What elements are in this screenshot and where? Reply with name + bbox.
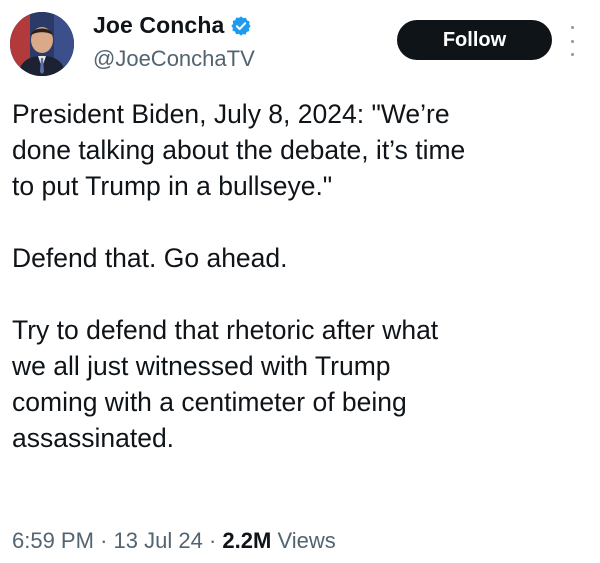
- meta-separator: ·: [100, 528, 108, 553]
- views-label: Views: [277, 528, 336, 553]
- tweet-paragraph: Try to defend that rhetoric after what w…: [12, 315, 439, 453]
- tweet-card: Joe Concha @JoeConchaTV Follow President…: [0, 0, 600, 563]
- tweet-paragraph: Defend that. Go ahead.: [12, 243, 288, 273]
- meta-separator: ·: [208, 528, 217, 553]
- author-display-name[interactable]: Joe Concha: [93, 12, 224, 39]
- tweet-meta: 6:59 PM · 13 Jul 24 · 2.2M Views: [12, 528, 336, 554]
- views-count: 2.2M: [222, 528, 272, 553]
- tweet-paragraph: President Biden, July 8, 2024: "We’re do…: [12, 99, 466, 201]
- tweet-text: President Biden, July 8, 2024: "We’re do…: [12, 96, 592, 456]
- tweet-date[interactable]: 13 Jul 24: [114, 528, 203, 553]
- avatar-image: [10, 12, 74, 76]
- author-avatar[interactable]: [10, 12, 74, 76]
- author-name-row: Joe Concha: [93, 12, 252, 39]
- tweet-time[interactable]: 6:59 PM: [12, 528, 94, 553]
- verified-badge-icon: [230, 15, 252, 37]
- more-vertical-icon[interactable]: [566, 26, 578, 56]
- author-handle[interactable]: @JoeConchaTV: [93, 46, 255, 72]
- follow-button[interactable]: Follow: [397, 20, 552, 60]
